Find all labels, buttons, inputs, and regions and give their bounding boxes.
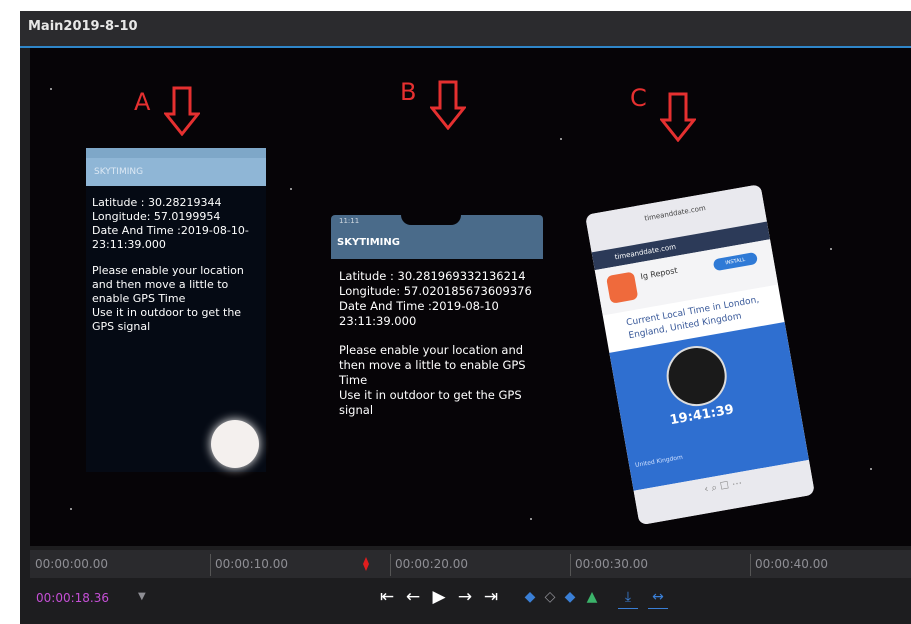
tick — [390, 554, 391, 576]
clock-icon — [661, 341, 732, 411]
status-bar — [86, 148, 266, 158]
ad-app-name: Ig Repost — [639, 265, 679, 282]
phone-b-screen: 11:11 SKYTIMING Latitude : 30.2819693321… — [331, 215, 543, 483]
playhead[interactable] — [363, 557, 369, 571]
app-title: SKYTIMING — [337, 237, 400, 248]
datetime-text: Date And Time :2019-08-10 23:11:39.000 — [339, 299, 499, 328]
timeline-ruler[interactable]: 00:00:00.00 00:00:10.00 00:00:20.00 00:0… — [30, 550, 911, 578]
phone-a-text: Latitude : 30.28219344 Longitude: 57.019… — [92, 196, 264, 334]
viewer-panel: Main2019-8-10 A B C SKYTIMING Latitude : — [20, 11, 911, 624]
marker-button[interactable]: ◇ — [540, 586, 560, 608]
go-to-start-button[interactable]: ⇤ — [376, 586, 398, 608]
arrow-down-icon — [430, 80, 466, 130]
longitude-text: Longitude: 57.020185673609376 — [339, 284, 532, 298]
timecode: 00:00:30.00 — [575, 557, 648, 571]
mark-out-button[interactable]: ◆ — [560, 586, 580, 608]
star — [50, 88, 52, 90]
star — [530, 518, 532, 520]
datetime-text: Date And Time :2019-08-10-23:11:39.000 — [92, 224, 249, 251]
go-to-end-button[interactable]: ⇥ — [480, 586, 502, 608]
arrow-down-icon — [660, 92, 696, 142]
label-b: B — [400, 78, 417, 106]
step-back-button[interactable]: ← — [402, 586, 424, 608]
star — [290, 188, 292, 190]
tick — [750, 554, 751, 576]
latitude-text: Latitude : 30.281969332136214 — [339, 269, 526, 283]
label-a: A — [134, 88, 151, 116]
timecode: 00:00:20.00 — [395, 557, 468, 571]
hint-text: Use it in outdoor to get the GPS signal — [339, 388, 522, 417]
clock-time: 19:41:39 — [668, 402, 736, 429]
title-bar: Main2019-8-10 — [20, 11, 911, 48]
install-button: INSTALL — [712, 251, 759, 272]
app-icon — [605, 271, 639, 304]
app-header: SKYTIMING — [86, 158, 266, 186]
phone-b-text: Latitude : 30.281969332136214 Longitude:… — [339, 269, 543, 418]
transport-controls: 00:00:18.36 ▼ ⇤ ← ▶ → ⇥ ◆ ◇ ◆ ▲ ⤓ ↔ — [20, 581, 911, 624]
tick — [570, 554, 571, 576]
add-marker-button[interactable]: ▲ — [582, 586, 602, 608]
current-timecode[interactable]: 00:00:18.36 — [36, 591, 109, 605]
label-c: C — [630, 84, 647, 112]
star — [70, 508, 72, 510]
notch — [401, 215, 461, 225]
status-time: 11:11 — [339, 217, 360, 225]
country-text: United Kingdom — [634, 453, 684, 470]
latitude-text: Latitude : 30.28219344 — [92, 196, 222, 209]
longitude-text: Longitude: 57.0199954 — [92, 210, 221, 223]
video-preview[interactable]: A B C SKYTIMING Latitude : 30.28219344 L… — [30, 48, 911, 546]
moon — [211, 420, 259, 468]
message-text: Please enable your location and then mov… — [339, 343, 526, 387]
timecode-dropdown-icon[interactable]: ▼ — [138, 591, 146, 602]
window-title: Main2019-8-10 — [28, 19, 138, 34]
play-button[interactable]: ▶ — [428, 586, 450, 608]
tick — [210, 554, 211, 576]
timecode: 00:00:00.00 — [35, 557, 108, 571]
phone-c-screen: timeanddate.com timeanddate.com Ig Repos… — [585, 184, 815, 526]
phone-a-screen: SKYTIMING Latitude : 30.28219344 Longitu… — [86, 148, 266, 472]
mark-in-button[interactable]: ◆ — [520, 586, 540, 608]
export-button[interactable]: ⤓ — [618, 586, 638, 609]
fit-to-window-button[interactable]: ↔ — [648, 586, 668, 609]
timecode: 00:00:40.00 — [755, 557, 828, 571]
arrow-down-icon — [164, 86, 200, 136]
step-forward-button[interactable]: → — [454, 586, 476, 608]
star — [830, 248, 832, 250]
message-text: Please enable your location and then mov… — [92, 264, 244, 305]
timecode: 00:00:10.00 — [215, 557, 288, 571]
app-header: 11:11 SKYTIMING — [331, 215, 543, 259]
star — [870, 468, 872, 470]
hint-text: Use it in outdoor to get the GPS signal — [92, 306, 242, 333]
star — [560, 138, 562, 140]
